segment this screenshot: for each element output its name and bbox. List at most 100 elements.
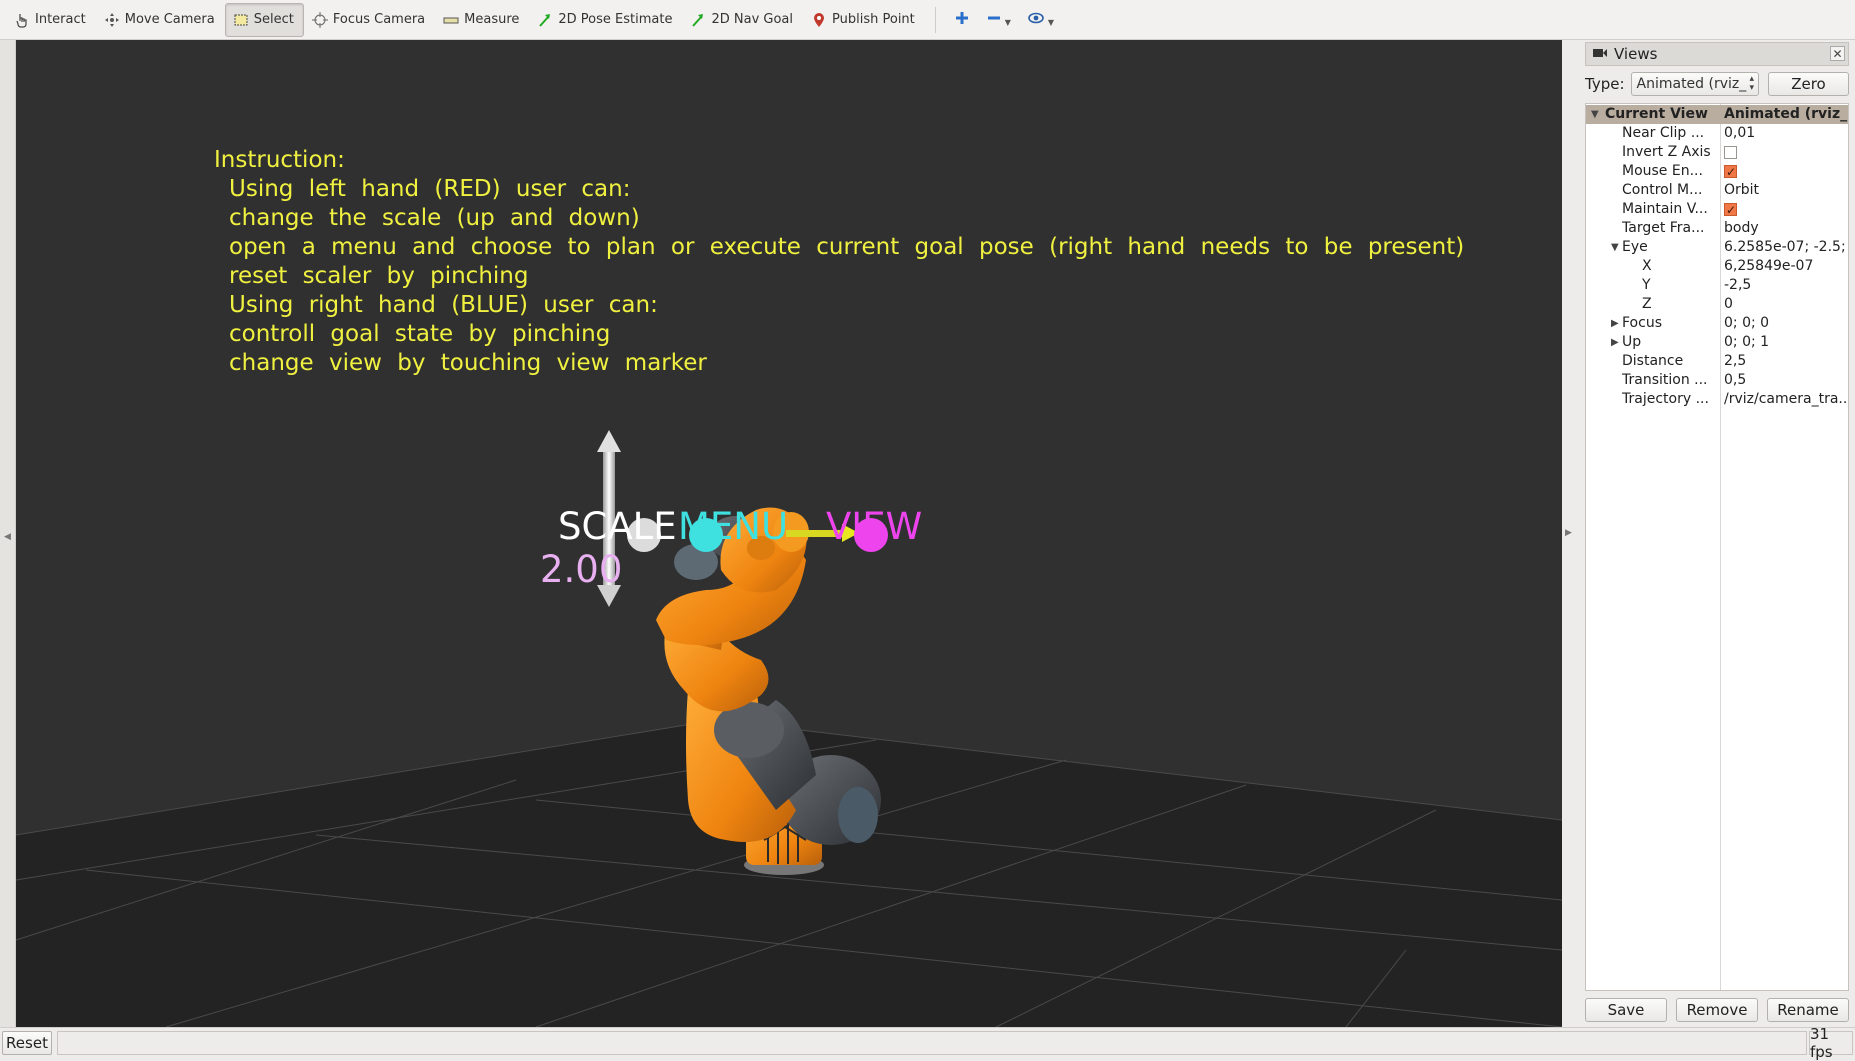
chevron-left-icon: ◀ [4, 532, 11, 542]
instruction-line: open a menu and choose to plan or execut… [229, 234, 1465, 260]
tool-2d-pose-estimate[interactable]: 2D Pose Estimate [529, 3, 682, 37]
tree-row-value[interactable]: 6,25849e-07 [1724, 257, 1848, 276]
tree-row-eye-y[interactable]: Y -2,5 [1586, 276, 1848, 295]
instruction-line: Using right hand (BLUE) user can: [229, 292, 658, 318]
tree-row-trajectory[interactable]: Trajectory ... /rviz/camera_tra... [1586, 390, 1848, 409]
tree-row-value[interactable]: 0,01 [1724, 124, 1848, 143]
expand-right-icon[interactable]: ▶ [1611, 314, 1619, 333]
invert-z-checkbox[interactable] [1724, 146, 1737, 159]
view-properties-tree: ▼ Current View Animated (rviz_... Near C… [1585, 103, 1849, 991]
tree-row-eye-z[interactable]: Z 0 [1586, 295, 1848, 314]
camera-types-icon [1027, 10, 1045, 30]
tree-row-near-clip[interactable]: Near Clip ... 0,01 [1586, 124, 1848, 143]
tool-interact[interactable]: Interact [6, 3, 96, 37]
tool-move-camera-label: Move Camera [124, 12, 215, 27]
fps-readout: 31 fps [1809, 1025, 1853, 1061]
type-label: Type: [1585, 75, 1625, 93]
tree-row-value[interactable]: 2,5 [1724, 352, 1848, 371]
chevron-down-icon: ▼ [1047, 18, 1055, 27]
main-toolbar: Interact Move Camera Select Focus Camera… [0, 0, 1855, 40]
hand-pointer-icon [13, 11, 31, 29]
left-dock-collapse-handle[interactable]: ◀ [0, 40, 16, 1027]
scale-marker-label: SCALE [558, 505, 677, 548]
tree-row-value[interactable]: 0 [1724, 295, 1848, 314]
maintain-vector-checkbox[interactable] [1724, 201, 1737, 219]
tree-row-name: Distance [1622, 353, 1684, 369]
tree-row-eye[interactable]: ▼ Eye 6.2585e-07; -2.5; 0 [1586, 238, 1848, 257]
tool-publish-point[interactable]: Publish Point [803, 3, 925, 37]
add-tool-icon [954, 10, 970, 30]
tree-row-value: Animated (rviz_... [1724, 106, 1848, 122]
zero-button[interactable]: Zero [1767, 72, 1849, 96]
tree-row-mouse-enabled[interactable]: Mouse En... [1586, 162, 1848, 181]
tree-row-name: Trajectory ... [1622, 391, 1709, 407]
tool-2d-nav-goal[interactable]: 2D Nav Goal [682, 3, 803, 37]
map-pin-icon [810, 11, 828, 29]
save-button[interactable]: Save [1585, 998, 1667, 1022]
tree-row-invert-z[interactable]: Invert Z Axis [1586, 143, 1848, 162]
remove-button[interactable]: Remove [1676, 998, 1758, 1022]
tree-row-value[interactable]: 0; 0; 1 [1724, 333, 1848, 352]
3d-viewport[interactable]: Instruction: Using left hand (RED) user … [16, 40, 1562, 1027]
tree-row-up[interactable]: ▶ Up 0; 0; 1 [1586, 333, 1848, 352]
menu-marker-label: MENU [678, 505, 789, 548]
tree-row-value[interactable]: 6.2585e-07; -2.5; 0 [1724, 238, 1848, 257]
right-dock-collapse-handle[interactable]: ▶ [1562, 40, 1575, 1027]
green-arrow-icon [689, 11, 707, 29]
tree-row-value[interactable]: 0,5 [1724, 371, 1848, 390]
view-type-select[interactable]: Animated (rviz_ ▴ ▾ [1630, 72, 1759, 96]
expand-right-icon[interactable]: ▶ [1611, 333, 1619, 352]
rename-button[interactable]: Rename [1767, 998, 1849, 1022]
tree-row-value [1724, 143, 1848, 162]
tree-row-value[interactable]: body [1724, 219, 1848, 238]
reset-button[interactable]: Reset [2, 1031, 52, 1055]
ruler-icon [442, 11, 460, 29]
tool-move-camera[interactable]: Move Camera [96, 3, 225, 37]
tree-row-value[interactable]: /rviz/camera_tra... [1724, 390, 1848, 409]
tool-measure[interactable]: Measure [435, 3, 529, 37]
mouse-enabled-checkbox[interactable] [1724, 163, 1737, 181]
green-arrow-icon [536, 11, 554, 29]
tree-row-current-view[interactable]: ▼ Current View Animated (rviz_... [1586, 105, 1848, 124]
instruction-line: Instruction: [214, 147, 345, 173]
tool-2d-nav-goal-label: 2D Nav Goal [711, 12, 794, 27]
close-icon[interactable]: ✕ [1830, 46, 1845, 61]
tree-row-transition-time[interactable]: Transition ... 0,5 [1586, 371, 1848, 390]
tree-row-target-frame[interactable]: Target Fra... body [1586, 219, 1848, 238]
tool-publish-point-label: Publish Point [832, 12, 915, 27]
camera-types-button[interactable]: ▼ [1019, 3, 1062, 37]
tree-row-maintain-vector[interactable]: Maintain V... [1586, 200, 1848, 219]
remove-tool-button[interactable]: ▼ [978, 3, 1019, 37]
tree-row-value[interactable]: 0; 0; 0 [1724, 314, 1848, 333]
tree-row-eye-x[interactable]: X 6,25849e-07 [1586, 257, 1848, 276]
select-rectangle-icon [232, 11, 250, 29]
tree-row-name: Near Clip ... [1622, 125, 1705, 141]
instruction-line: change view by touching view marker [229, 350, 707, 376]
views-panel-title-bar[interactable]: Views ✕ [1585, 42, 1849, 66]
tree-row-value[interactable]: Orbit [1724, 181, 1848, 200]
instruction-line: controll goal state by pinching [229, 321, 611, 347]
tool-interact-label: Interact [35, 12, 86, 27]
expand-down-icon[interactable]: ▼ [1611, 238, 1619, 257]
tool-select-label: Select [253, 12, 294, 27]
tool-focus-camera[interactable]: Focus Camera [304, 3, 435, 37]
move-camera-icon [103, 11, 121, 29]
tree-row-control-mode[interactable]: Control M... Orbit [1586, 181, 1848, 200]
tool-select[interactable]: Select [224, 2, 304, 37]
add-tool-button[interactable] [946, 3, 978, 37]
expand-down-icon[interactable]: ▼ [1591, 105, 1599, 124]
instruction-overlay: Instruction: Using left hand (RED) user … [214, 146, 1464, 378]
instruction-line: change the scale (up and down) [229, 205, 640, 231]
tree-row-name: Y [1642, 277, 1651, 293]
tool-2d-pose-estimate-label: 2D Pose Estimate [558, 12, 673, 27]
tree-row-name: Invert Z Axis [1622, 144, 1711, 160]
tree-row-name: Maintain V... [1622, 201, 1708, 217]
views-panel-buttons: Save Remove Rename [1585, 998, 1849, 1024]
tree-row-value[interactable]: -2,5 [1724, 276, 1848, 295]
tree-row-value [1724, 200, 1848, 219]
tree-row-distance[interactable]: Distance 2,5 [1586, 352, 1848, 371]
toolbar-separator [934, 6, 936, 33]
tree-row-focus[interactable]: ▶ Focus 0; 0; 0 [1586, 314, 1848, 333]
tool-focus-camera-label: Focus Camera [332, 12, 426, 27]
status-bar: Reset 31 fps [0, 1025, 1855, 1061]
